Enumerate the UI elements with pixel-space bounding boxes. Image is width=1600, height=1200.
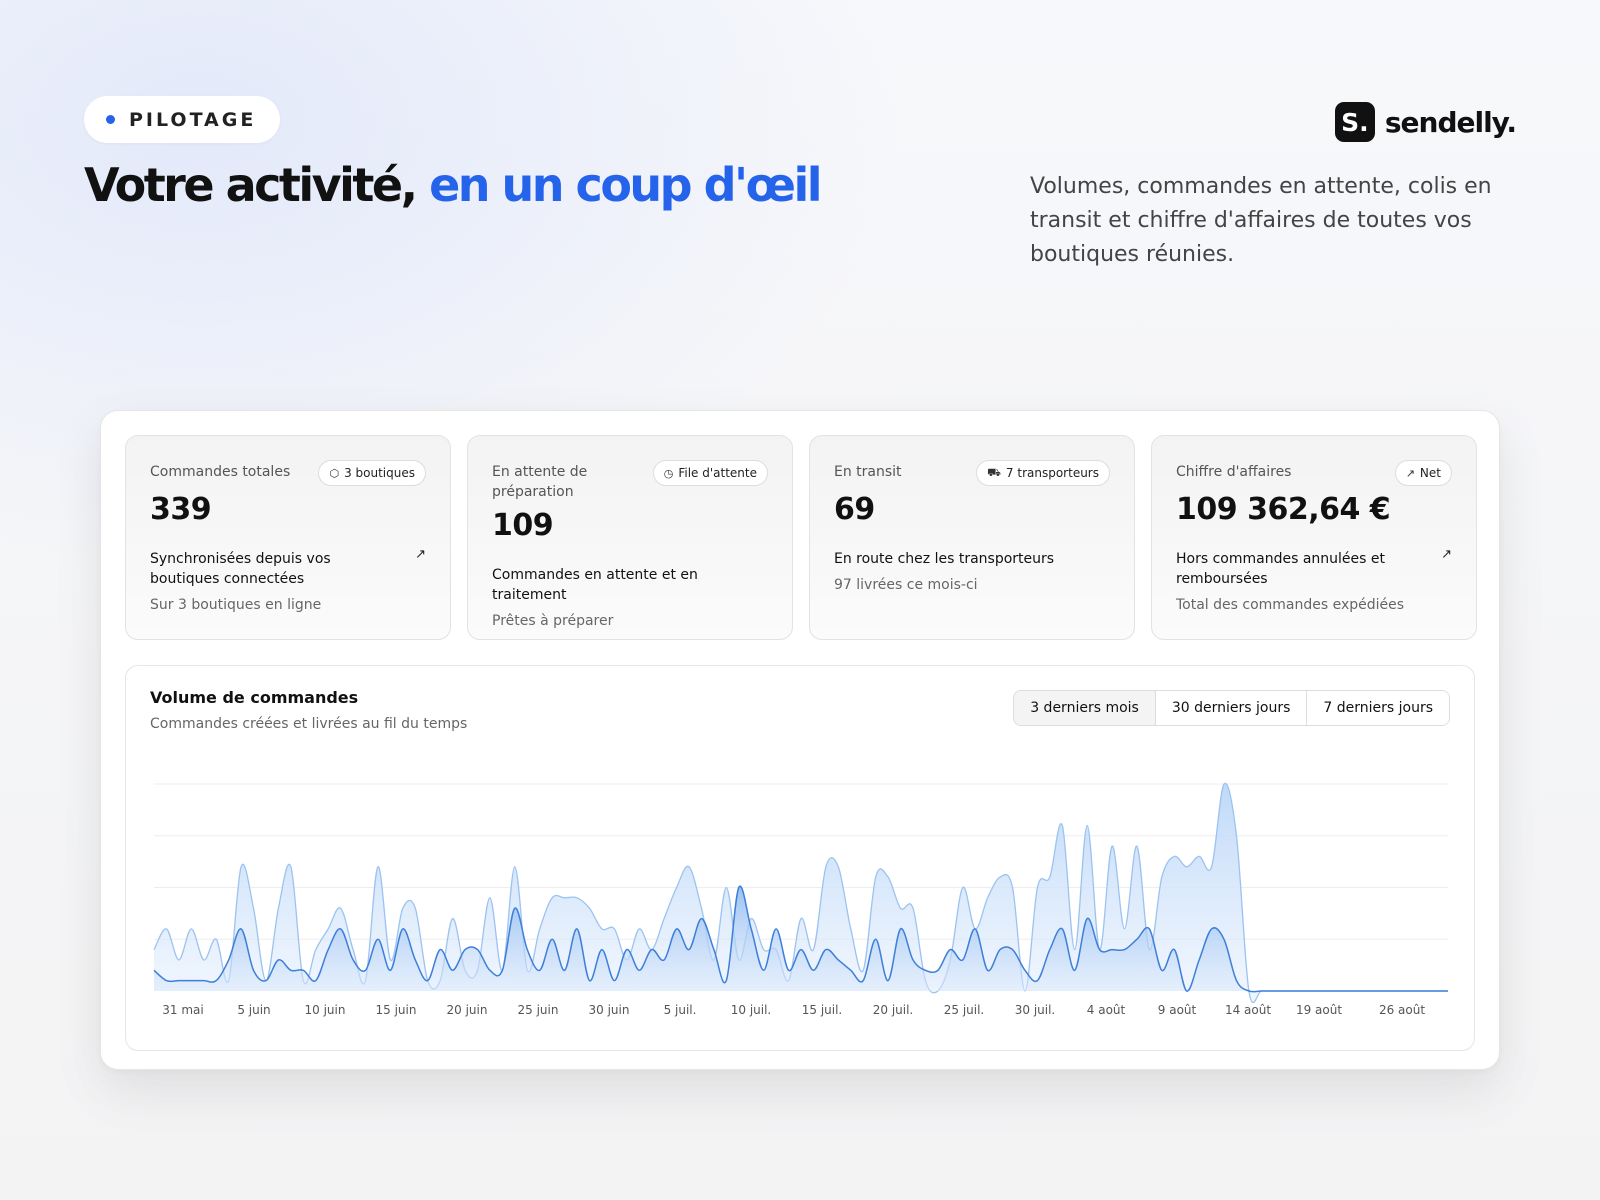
kpi-pill: ⛟ 7 transporteurs: [976, 460, 1110, 486]
x-tick-label: 30 juil.: [1015, 1003, 1056, 1017]
kpi-pill-label: 7 transporteurs: [1005, 466, 1099, 480]
x-tick-label: 19 août: [1296, 1003, 1342, 1017]
badge-dot: [106, 115, 115, 124]
page-title-main: Votre activité,: [84, 158, 430, 212]
x-tick-label: 31 mai: [162, 1003, 203, 1017]
x-tick-label: 25 juil.: [944, 1003, 985, 1017]
kpi-pill: ↗ Net: [1394, 460, 1452, 486]
kpi-label: En attente de préparation: [492, 464, 588, 500]
kpi-value: 109: [492, 508, 554, 543]
kpi-value: 69: [834, 492, 875, 527]
x-tick-label: 25 juin: [518, 1003, 559, 1017]
kpi-subtext: Total des commandes expédiées: [1176, 597, 1405, 613]
truck-icon: ⛟: [987, 465, 1001, 479]
clock-icon: ◷: [663, 466, 674, 480]
section-badge: PILOTAGE: [84, 96, 281, 143]
kpi-value: 339: [150, 492, 212, 527]
dashboard-panel: Commandes totales ⬡ 3 boutiques 339 Synch…: [100, 410, 1500, 1070]
kpi-label: En transit: [834, 464, 902, 480]
kpi-description: En route chez les transporteurs: [834, 551, 1055, 567]
trend-up-icon: ↗: [1405, 466, 1415, 480]
x-tick-label: 20 juil.: [873, 1003, 914, 1017]
kpi-pill-label: 3 boutiques: [344, 466, 415, 480]
kpi-value: 109 362,64 €: [1176, 492, 1391, 527]
x-tick-label: 10 juin: [305, 1003, 346, 1017]
x-tick-label: 30 juin: [589, 1003, 630, 1017]
x-tick-label: 15 juil.: [802, 1003, 843, 1017]
kpi-subtext: 97 livrées ce mois-ci: [834, 577, 978, 593]
area-chart: 31 mai 5 juin 10 juin 15 juin 20 juin 25 juin…: [153, 782, 1448, 1017]
brand-logo: S. sendelly.: [1334, 102, 1517, 142]
x-tick-label: 20 juin: [447, 1003, 488, 1017]
logo-text: sendelly.: [1384, 105, 1517, 139]
logo-mark-icon: S.: [1334, 102, 1375, 142]
x-tick-label: 5 juil.: [664, 1003, 697, 1017]
orders-volume-chart-card: Volume de commandes Commandes créées et …: [125, 665, 1475, 1051]
x-tick-label: 15 juin: [376, 1003, 417, 1017]
x-tick-label: 26 août: [1379, 1003, 1425, 1017]
x-tick-label: 4 août: [1087, 1003, 1126, 1017]
kpi-pill-label: Net: [1419, 466, 1441, 480]
trend-up-icon: ↗: [415, 547, 426, 562]
kpi-pill: ◷ File d'attente: [652, 460, 768, 486]
kpi-description: Hors commandes annulées et remboursées: [1176, 551, 1385, 587]
kpi-pill-label: File d'attente: [678, 466, 757, 480]
box-icon: ⬡: [329, 466, 340, 480]
kpi-label: Chiffre d'affaires: [1176, 464, 1292, 480]
kpi-card-pending: En attente de préparation ◷ File d'attent…: [467, 435, 793, 640]
kpi-card-total-orders: Commandes totales ⬡ 3 boutiques 339 Synch…: [125, 435, 451, 640]
kpi-description: Synchronisées depuis vos boutiques conne…: [150, 551, 331, 587]
kpi-subtext: Sur 3 boutiques en ligne: [150, 597, 322, 613]
x-tick-label: 10 juil.: [731, 1003, 772, 1017]
page-title: Votre activité, en un coup d'œil: [84, 158, 822, 212]
kpi-cards: Commandes totales ⬡ 3 boutiques 339 Synch…: [125, 435, 1477, 640]
kpi-description: Commandes en attente et en traitement: [492, 567, 698, 603]
x-tick-label: 14 août: [1225, 1003, 1271, 1017]
kpi-subtext: Prêtes à préparer: [492, 613, 614, 629]
badge-label: PILOTAGE: [129, 108, 257, 131]
page-title-accent: en un coup d'œil: [429, 158, 822, 212]
intro-text: Volumes, commandes en attente, colis en …: [1030, 174, 1492, 267]
x-tick-label: 9 août: [1158, 1003, 1197, 1017]
trend-up-icon: ↗: [1441, 547, 1452, 562]
x-tick-label: 5 juin: [237, 1003, 270, 1017]
kpi-pill: ⬡ 3 boutiques: [318, 460, 426, 486]
kpi-card-transit: En transit ⛟ 7 transporteurs 69 En route …: [809, 435, 1135, 640]
kpi-card-revenue: Chiffre d'affaires ↗ Net 109 362,64 € Hor…: [1151, 435, 1477, 640]
kpi-label: Commandes totales: [150, 464, 291, 480]
